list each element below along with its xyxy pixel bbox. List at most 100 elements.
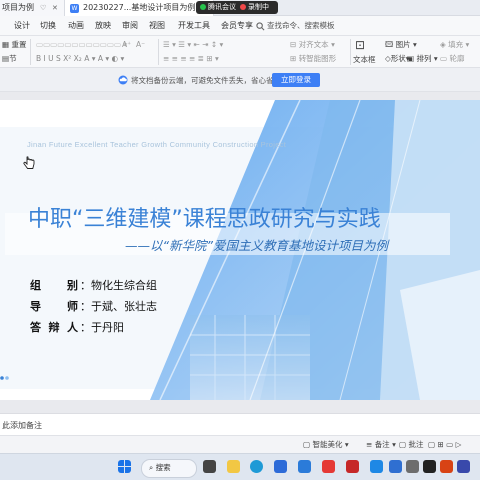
fill-label: 填充 [448,40,464,49]
media-app-icon[interactable] [440,460,453,473]
slide-canvas[interactable]: Jinan Future Excellent Teacher Growth Co… [0,100,480,400]
status-bar: ▢ 智能美化 ▾ ≡ 备注 ▾ ▢ 批注 ▢ ⊞ ▭ ▷ [0,435,480,453]
ribbon-divider [350,39,351,65]
taskbar-search-label: 搜索 [155,463,171,472]
info-value-presenter: 于丹阳 [91,321,124,334]
tab-shield-icon: ♡ [40,4,47,12]
taskbar-search-box[interactable]: ⌕ 搜索 [141,459,197,478]
title-tab-bar: 项目为例 ♡ ✕ W 20230227...基地设计项目为例 腾讯会议 录制中 [0,0,480,16]
smart-beautify-button[interactable]: ▢ 智能美化 ▾ [303,439,349,450]
tab-doc-2[interactable]: W 20230227...基地设计项目为例 [64,0,214,16]
font-name-dropdown[interactable]: ▭▭▭▭▭▭▭▭▭▭▭▭ ▾ [36,39,127,50]
info-label-mentor: 导 师 [30,300,78,313]
info-value-group: 物化生综合组 [91,279,157,292]
menu-item-review[interactable]: 审阅 [122,19,138,33]
slide-title: 中职“三维建模”课程思政研究与实践 [28,207,381,232]
menu-item-animation[interactable]: 动画 [68,19,84,33]
settings-icon[interactable] [406,460,419,473]
list-format-buttons[interactable]: ☰ ▾ ☰ ▾ ⇤ ⇥ ↕ ▾ [163,39,223,50]
menu-item-member[interactable]: 会员专享 [221,19,253,33]
slide-subtitle: ——以“新华院”爱国主义教育基地设计项目为例 [125,238,388,253]
login-button[interactable]: 立即登录 [272,73,320,87]
font-size-decrease-button[interactable]: A⁻ [136,39,145,50]
text-box-icon[interactable]: ⊡ [355,39,365,51]
picture-label: 图片 [395,40,411,49]
ribbon-divider [158,39,159,65]
meeting-status-label: 录制中 [248,3,269,11]
menu-item-developer[interactable]: 开发工具 [178,19,210,33]
info-label-group: 组 别 [30,279,78,292]
search-icon [256,21,265,30]
notes-pane[interactable]: 此添加备注 [0,413,480,435]
slide-decoration-dots [0,376,9,380]
tab-close-icon[interactable]: ✕ [52,0,58,16]
tab-doc-2-label: 20230227...基地设计项目为例 [83,3,196,12]
presentation-icon: W [70,4,79,13]
notes-icon: ≡ [366,440,373,449]
record-icon [240,4,246,10]
task-view-icon[interactable] [203,460,216,473]
menu-item-transition[interactable]: 切换 [40,19,56,33]
info-row-presenter: 答辩人 ：于丹阳 [30,321,124,334]
menu-item-design[interactable]: 设计 [14,19,30,33]
info-row-group: 组 别：物化生综合组 [30,279,157,292]
view-mode-buttons[interactable]: ▢ ⊞ ▭ ▷ [428,439,461,450]
notes-toggle-button[interactable]: ≡ 备注 ▾ [366,439,396,450]
menu-item-slideshow[interactable]: 放映 [95,19,111,33]
browser-app-icon[interactable] [457,460,470,473]
font-size-increase-button[interactable]: A⁺ [122,39,131,50]
cloud-backup-text: 将文档备份云端，可避免文件丢失，省心省事 [131,76,281,85]
align-text-button[interactable]: ⊟ 对齐文本 ▾ [290,39,335,50]
menu-bar: 设计 切换 动画 放映 审阅 视图 开发工具 会员专享 [0,16,480,36]
wps-icon[interactable] [322,460,335,473]
reset-button[interactable]: ▦ 重置 [2,39,26,50]
cloud-backup-banner: 将文档备份云端，可避免文件丢失，省心省事 立即登录 [0,68,480,92]
arrange-icon: ▣ [407,54,415,63]
tab-doc-1[interactable]: 项目为例 ♡ ✕ [0,0,64,16]
windows-start-icon[interactable] [118,460,131,473]
fill-button[interactable]: ◈ 填充 ▾ [440,39,469,50]
section-label: 节 [9,54,17,63]
smart-art-button[interactable]: ⊞ 转智能图形 [290,53,336,64]
meeting-icon [200,4,206,10]
reset-icon: ▦ [2,40,10,49]
smart-art-icon: ⊞ [290,54,297,63]
notes-toggle-label: 备注 [374,440,390,449]
paragraph-align-buttons[interactable]: ≡ ≡ ≡ ≡ ≣ ⊞ ▾ [163,53,219,64]
ribbon-divider [30,39,31,65]
info-value-mentor: 于斌、张壮志 [91,300,157,313]
shapes-label: 形状 [390,54,406,63]
meeting-app-icon[interactable] [298,460,311,473]
mail-app-icon[interactable] [370,460,383,473]
chat-app-icon[interactable] [389,460,402,473]
menu-item-view[interactable]: 视图 [149,19,165,33]
meeting-recording-pill[interactable]: 腾讯会议 录制中 [196,1,278,14]
cloud-icon [118,75,128,85]
windows-taskbar: ⌕ 搜索 [0,453,480,480]
align-text-label: 对齐文本 [298,40,329,49]
smart-beautify-icon: ▢ [303,440,311,449]
section-button[interactable]: ▤节 [2,53,17,64]
command-search-input[interactable]: 查找命令、搜索模板 [256,18,346,33]
edge-browser-icon[interactable] [250,460,263,473]
outline-icon: ▭ [440,54,448,63]
shapes-button[interactable]: ◇形状▾ [385,53,410,64]
align-text-icon: ⊟ [290,40,297,49]
wps-office-icon[interactable] [346,460,359,473]
info-row-mentor: 导 师：于斌、张壮志 [30,300,157,313]
smart-art-label: 转智能图形 [298,54,337,63]
comments-button[interactable]: ▢ 批注 [399,439,423,450]
arrange-button[interactable]: ▣ 排列 ▾ [407,53,438,64]
file-explorer-icon[interactable] [227,460,240,473]
info-label-presenter: 答辩人 [30,321,78,334]
command-search-placeholder: 查找命令、搜索模板 [267,21,335,30]
outline-button[interactable]: ▭ 轮廓 [440,53,464,64]
smart-beautify-label: 智能美化 [312,440,343,449]
font-format-buttons[interactable]: B I U S X² X₂ A ▾ A ▾ ◐ ▾ [36,53,124,64]
picture-button[interactable]: 🖾 图片 ▾ [385,39,417,50]
store-icon[interactable] [274,460,287,473]
text-box-label[interactable]: 文本框 [353,54,376,65]
comment-icon: ▢ [399,440,407,449]
hand-cursor-icon [23,156,35,169]
steam-icon[interactable] [423,460,436,473]
